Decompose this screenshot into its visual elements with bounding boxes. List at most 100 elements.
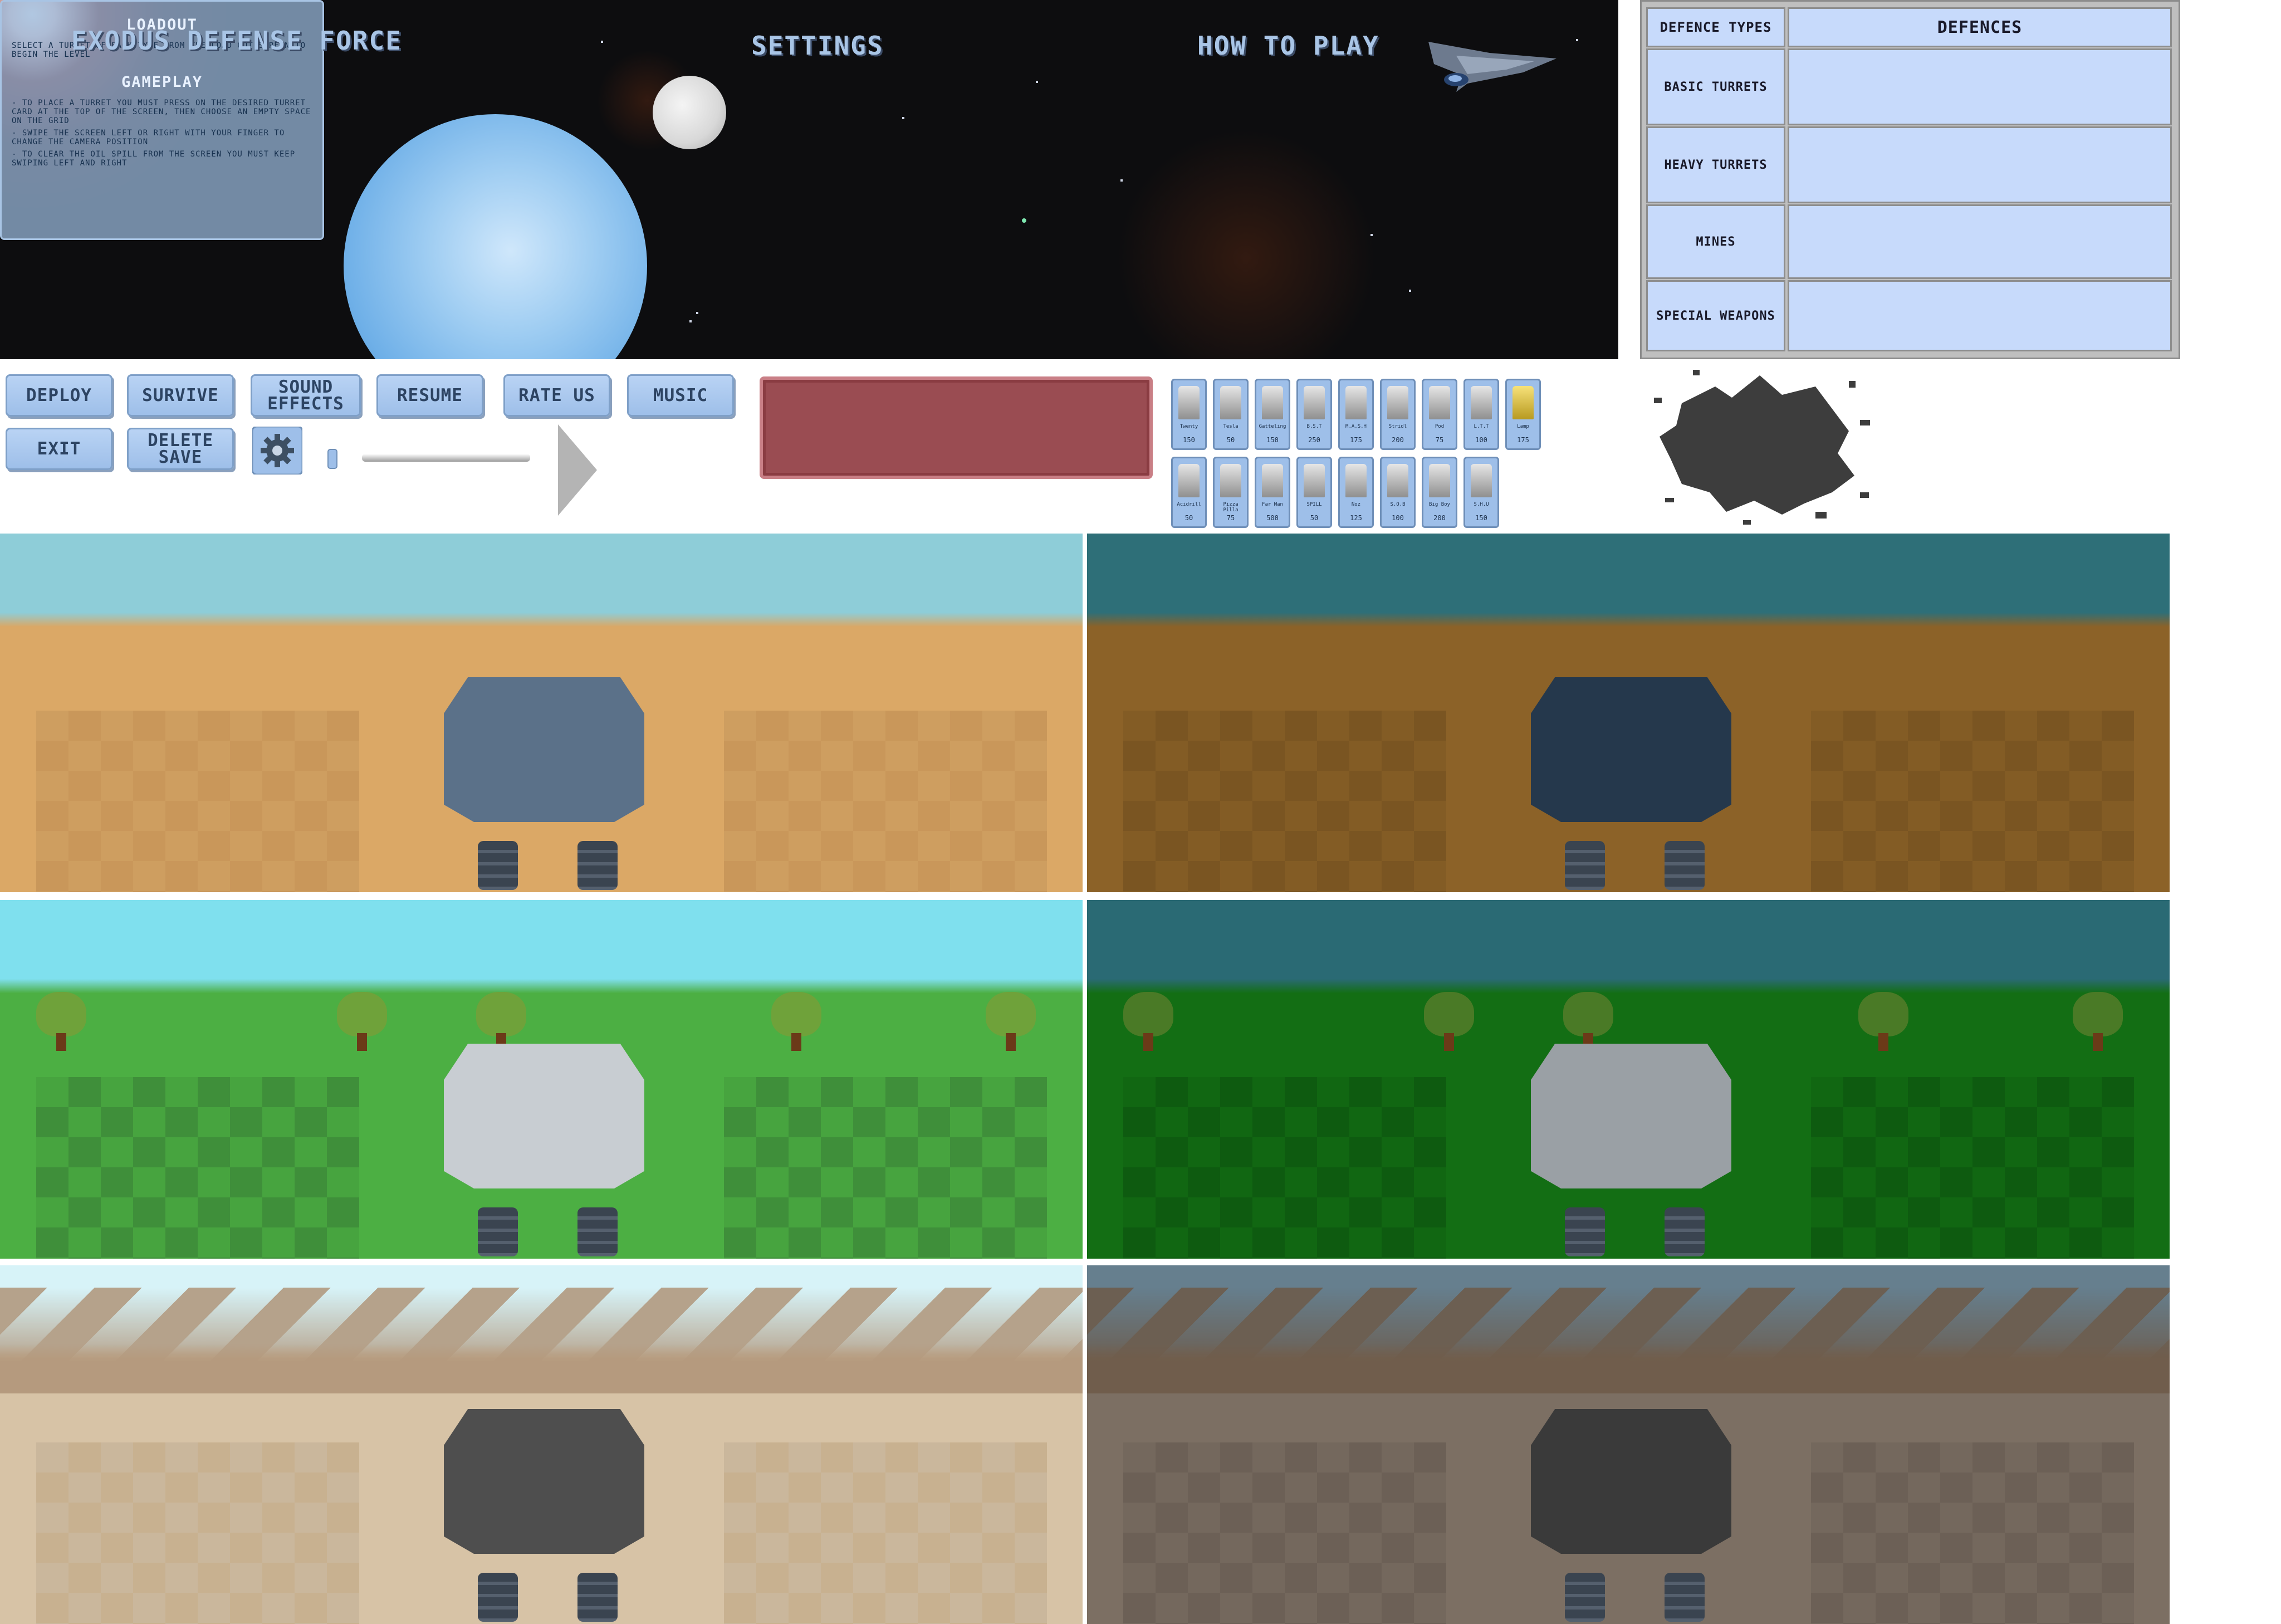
how-to-play-title[interactable]: HOW TO PLAY: [1197, 31, 1379, 61]
command-base: [1531, 1044, 1731, 1188]
fuel-barrel: [1665, 1207, 1705, 1256]
heavy-turrets-label: HEAVY TURRETS: [1646, 126, 1785, 203]
turret-card-cost: 50: [1226, 436, 1235, 444]
mines-slot[interactable]: [1788, 204, 2172, 279]
turret-card[interactable]: Lamp 175: [1505, 379, 1541, 450]
level-grass-day: [0, 900, 1083, 1259]
placement-grid[interactable]: [36, 711, 359, 892]
turret-card-cost: 175: [1350, 436, 1362, 444]
message-box: [760, 376, 1153, 479]
turret-card-cost: 200: [1433, 514, 1446, 522]
turret-card-name: S.H.U: [1474, 502, 1489, 507]
heavy-turrets-slot[interactable]: [1788, 126, 2172, 203]
fuel-barrel: [478, 841, 518, 890]
turret-card-cost: 150: [1266, 436, 1279, 444]
star: [689, 320, 692, 322]
placement-grid[interactable]: [1123, 1077, 1446, 1259]
turret-card[interactable]: Big Boy 200: [1422, 457, 1457, 528]
mountain-range: [1087, 1288, 2170, 1393]
placement-grid[interactable]: [724, 711, 1047, 892]
turret-card[interactable]: Twenty 150: [1171, 379, 1207, 450]
music-slider-handle[interactable]: [327, 449, 337, 469]
star: [696, 312, 698, 314]
delete-save-button[interactable]: DELETE SAVE: [127, 428, 234, 470]
placement-grid[interactable]: [1811, 1442, 2134, 1624]
turret-card[interactable]: Noz 125: [1338, 457, 1374, 528]
command-base: [444, 1044, 644, 1188]
exit-button[interactable]: EXIT: [6, 428, 112, 470]
turret-icon: [1471, 464, 1492, 497]
tree: [1563, 992, 1613, 1051]
turret-icon: [1512, 386, 1534, 419]
turret-card[interactable]: S.H.U 150: [1463, 457, 1499, 528]
play-arrow-icon[interactable]: [558, 424, 597, 516]
basic-turrets-label: BASIC TURRETS: [1646, 48, 1785, 125]
turret-icon: [1220, 464, 1241, 497]
resume-button[interactable]: RESUME: [376, 374, 483, 417]
settings-title[interactable]: SETTINGS: [751, 31, 884, 61]
gameplay-text-1: - TO PLACE A TURRET YOU MUST PRESS ON TH…: [12, 99, 311, 125]
placement-grid[interactable]: [1123, 711, 1446, 892]
placement-grid[interactable]: [36, 1077, 359, 1259]
turret-icon: [1387, 386, 1408, 419]
tree-trunk: [1878, 1033, 1888, 1051]
gear-icon[interactable]: [252, 427, 302, 475]
defence-types-header: DEFENCE TYPES: [1646, 7, 1785, 47]
deploy-button[interactable]: DEPLOY: [6, 374, 112, 417]
turret-card[interactable]: Pod 75: [1422, 379, 1457, 450]
placement-grid[interactable]: [1811, 1077, 2134, 1259]
level-desert-night: [1087, 534, 2170, 892]
gameplay-heading: GAMEPLAY: [121, 74, 203, 91]
turret-card[interactable]: Gatteling 150: [1255, 379, 1290, 450]
turret-card-cost: 75: [1226, 514, 1235, 522]
sound-effects-label-1: SOUND: [278, 377, 334, 397]
turret-card[interactable]: SPILL 50: [1296, 457, 1332, 528]
turret-icon: [1262, 386, 1283, 419]
star: [1036, 81, 1038, 83]
sound-effects-button[interactable]: SOUND EFFECTS: [251, 374, 361, 417]
turret-icon: [1471, 386, 1492, 419]
turret-card[interactable]: S.O.B 100: [1380, 457, 1416, 528]
music-button[interactable]: MUSIC: [627, 374, 734, 417]
special-weapons-slot[interactable]: [1788, 280, 2172, 351]
turret-icon: [1304, 386, 1325, 419]
turret-card[interactable]: Acidrill 50: [1171, 457, 1207, 528]
turret-card[interactable]: Far Man 500: [1255, 457, 1290, 528]
music-slider-track[interactable]: [362, 454, 530, 462]
turret-icon: [1387, 464, 1408, 497]
tree-trunk: [1006, 1033, 1016, 1051]
turret-card[interactable]: L.T.T 100: [1463, 379, 1499, 450]
level-mountain-night: [1087, 1265, 2170, 1624]
placement-grid[interactable]: [724, 1442, 1047, 1624]
turret-icon: [1345, 386, 1367, 419]
turret-card-name: Gatteling: [1259, 424, 1286, 429]
delete-save-label-1: DELETE: [148, 431, 213, 451]
turret-card[interactable]: Stridl 200: [1380, 379, 1416, 450]
turret-card-cost: 250: [1308, 436, 1320, 444]
basic-turrets-slot[interactable]: [1788, 48, 2172, 125]
sound-effects-label-2: EFFECTS: [267, 394, 344, 414]
turret-card-name: Twenty: [1179, 424, 1198, 429]
rate-us-button[interactable]: RATE US: [503, 374, 610, 417]
star: [601, 41, 603, 43]
level-grass-night: [1087, 900, 2170, 1259]
turret-card[interactable]: M.A.S.H 175: [1338, 379, 1374, 450]
gameplay-text-2: - SWIPE THE SCREEN LEFT OR RIGHT WITH YO…: [12, 129, 285, 146]
star: [1370, 234, 1373, 236]
survive-button[interactable]: SURVIVE: [127, 374, 234, 417]
placement-grid[interactable]: [36, 1442, 359, 1624]
turret-card[interactable]: Pizza Pilla 75: [1213, 457, 1249, 528]
defences-header: DEFENCES: [1788, 7, 2172, 47]
turret-card[interactable]: B.S.T 250: [1296, 379, 1332, 450]
placement-grid[interactable]: [724, 1077, 1047, 1259]
tree-trunk: [357, 1033, 367, 1051]
turret-card-name: Big Boy: [1429, 502, 1450, 507]
placement-grid[interactable]: [1123, 1442, 1446, 1624]
star: [902, 117, 904, 119]
turret-icon: [1220, 386, 1241, 419]
placement-grid[interactable]: [1811, 711, 2134, 892]
turret-card[interactable]: Tesla 50: [1213, 379, 1249, 450]
star: [1022, 218, 1026, 223]
turret-card-name: Noz: [1351, 502, 1361, 507]
tree-trunk: [56, 1033, 66, 1051]
